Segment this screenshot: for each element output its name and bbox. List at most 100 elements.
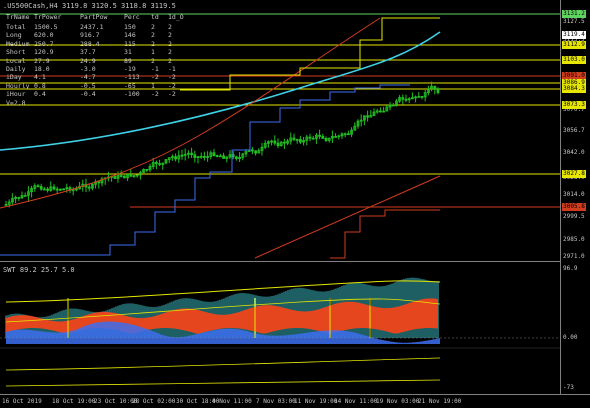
candle-body bbox=[97, 181, 101, 184]
price-label: 3056.7 bbox=[563, 127, 585, 134]
candle-body bbox=[276, 142, 280, 147]
table-cell: 146 bbox=[124, 31, 136, 40]
candle-body bbox=[215, 155, 219, 158]
table-header-cell: Perc bbox=[124, 13, 140, 21]
price-label: 2999.5 bbox=[563, 213, 585, 220]
price-label: 2971.0 bbox=[563, 253, 585, 260]
table-cell: 1 bbox=[151, 81, 155, 90]
table-cell: 31 bbox=[124, 48, 132, 57]
candle-body bbox=[202, 155, 206, 158]
table-cell: 2 bbox=[168, 23, 172, 31]
price-label: 3127.5 bbox=[563, 18, 585, 25]
table-cell: 916.7 bbox=[80, 31, 100, 40]
table-cell: -2 bbox=[151, 90, 159, 99]
candle-body bbox=[298, 139, 302, 143]
candle-body bbox=[433, 85, 437, 90]
table-cell: 4.1 bbox=[34, 73, 46, 82]
lower-guide-line bbox=[5, 357, 441, 371]
lower-guide-line bbox=[5, 379, 441, 387]
table-header-cell: 1d_O bbox=[168, 13, 184, 21]
table-cell: 89 bbox=[124, 56, 132, 65]
candle-body bbox=[346, 133, 350, 136]
candle-body bbox=[292, 137, 296, 140]
time-label: 14 Nov 11:00 bbox=[334, 398, 378, 405]
table-cell: 2 bbox=[151, 31, 155, 40]
candle-body bbox=[254, 150, 258, 154]
candle-body bbox=[318, 134, 322, 137]
upper-channel-line bbox=[0, 17, 381, 209]
table-cell: 2 bbox=[151, 23, 155, 31]
table-cell: 2 bbox=[151, 56, 155, 65]
table-header-cell: PartPow bbox=[80, 13, 108, 21]
candle-body bbox=[52, 186, 56, 190]
table-cell: Medium bbox=[6, 39, 30, 48]
price-tag: 3005.8 bbox=[562, 203, 586, 211]
candle-body bbox=[308, 136, 312, 139]
table-cell: 2 bbox=[168, 56, 172, 65]
candle-body bbox=[404, 98, 408, 101]
table-cell: -2 bbox=[151, 73, 159, 82]
table-cell: 250.7 bbox=[34, 39, 54, 48]
price-tag: 3119.4 bbox=[562, 31, 586, 39]
candle-body bbox=[55, 188, 59, 191]
table-cell: -1 bbox=[151, 65, 159, 73]
time-label: 21 Nov 19:00 bbox=[418, 398, 462, 405]
table-cell: -1 bbox=[168, 65, 176, 73]
table-footer: V=2.8 bbox=[6, 98, 26, 107]
candle-body bbox=[39, 186, 43, 190]
candle-body bbox=[154, 162, 158, 164]
table-header-cell: TrName bbox=[6, 13, 30, 21]
table-cell: 115 bbox=[124, 39, 136, 48]
support-step-line bbox=[0, 84, 410, 256]
table-cell: Local bbox=[6, 56, 26, 65]
osc-axis-zero: 0.00 bbox=[563, 334, 578, 341]
candle-body bbox=[190, 152, 194, 156]
table-cell: Short bbox=[6, 48, 26, 57]
candle-body bbox=[174, 156, 178, 160]
candle-body bbox=[391, 104, 395, 107]
price-chart-pane[interactable]: .US500Cash,H4 3119.8 3120.5 3118.8 3119.… bbox=[0, 0, 590, 262]
candle-body bbox=[212, 152, 216, 157]
osc-axis-bottom: -73 bbox=[563, 384, 574, 391]
table-cell: -0.5 bbox=[80, 81, 96, 90]
time-label: 18 Oct 19:00 bbox=[52, 398, 96, 405]
table-cell: Hourly bbox=[6, 81, 30, 90]
candle-body bbox=[36, 185, 40, 188]
table-cell: 1 bbox=[151, 48, 155, 57]
table-cell: 27.9 bbox=[34, 56, 50, 65]
table-cell: 0.8 bbox=[34, 81, 46, 90]
table-cell: -100 bbox=[124, 90, 140, 99]
table-header-cell: TrPower bbox=[34, 13, 62, 21]
price-label: 3014.0 bbox=[563, 191, 585, 198]
table-cell: 2437.1 bbox=[80, 23, 104, 31]
table-cell: 2 bbox=[168, 48, 172, 57]
table-cell: -113 bbox=[124, 73, 140, 82]
table-cell: iHour bbox=[6, 90, 26, 99]
candle-body bbox=[234, 156, 238, 159]
table-cell: -19 bbox=[124, 65, 136, 73]
price-tag: 3084.3 bbox=[562, 85, 586, 93]
time-label: 23 Oct 10:00 bbox=[94, 398, 138, 405]
table-cell: 2 bbox=[168, 39, 172, 48]
candle-body bbox=[87, 186, 91, 189]
table-cell: Total bbox=[6, 23, 26, 31]
table-cell: -65 bbox=[124, 81, 136, 90]
candle-body bbox=[119, 175, 123, 177]
axis-separator bbox=[560, 0, 561, 394]
time-label: 7 Nov 03:00 bbox=[256, 398, 296, 405]
time-axis: 16 Oct 2019 18 Oct 19:00 23 Oct 10:00 28 Oc… bbox=[0, 394, 590, 408]
lower-channel-line bbox=[254, 175, 441, 259]
candle-body bbox=[145, 169, 149, 171]
oscillator-canvas[interactable] bbox=[0, 262, 590, 394]
oscillator-pane[interactable]: SWT 89.2 25.7 5.0 96.9 0.00 -73 bbox=[0, 262, 590, 394]
time-label: 11 Nov 19:00 bbox=[294, 398, 338, 405]
table-cell: -0.4 bbox=[80, 90, 96, 99]
table-cell: 150 bbox=[124, 23, 136, 31]
price-label: 2985.0 bbox=[563, 236, 585, 243]
table-cell: 24.9 bbox=[80, 56, 96, 65]
time-label: 16 Oct 2019 bbox=[2, 398, 42, 405]
candle-body bbox=[193, 154, 197, 158]
osc-axis-top: 96.9 bbox=[563, 265, 578, 272]
time-label: 28 Oct 02:00 bbox=[132, 398, 176, 405]
candle-body bbox=[222, 155, 226, 159]
